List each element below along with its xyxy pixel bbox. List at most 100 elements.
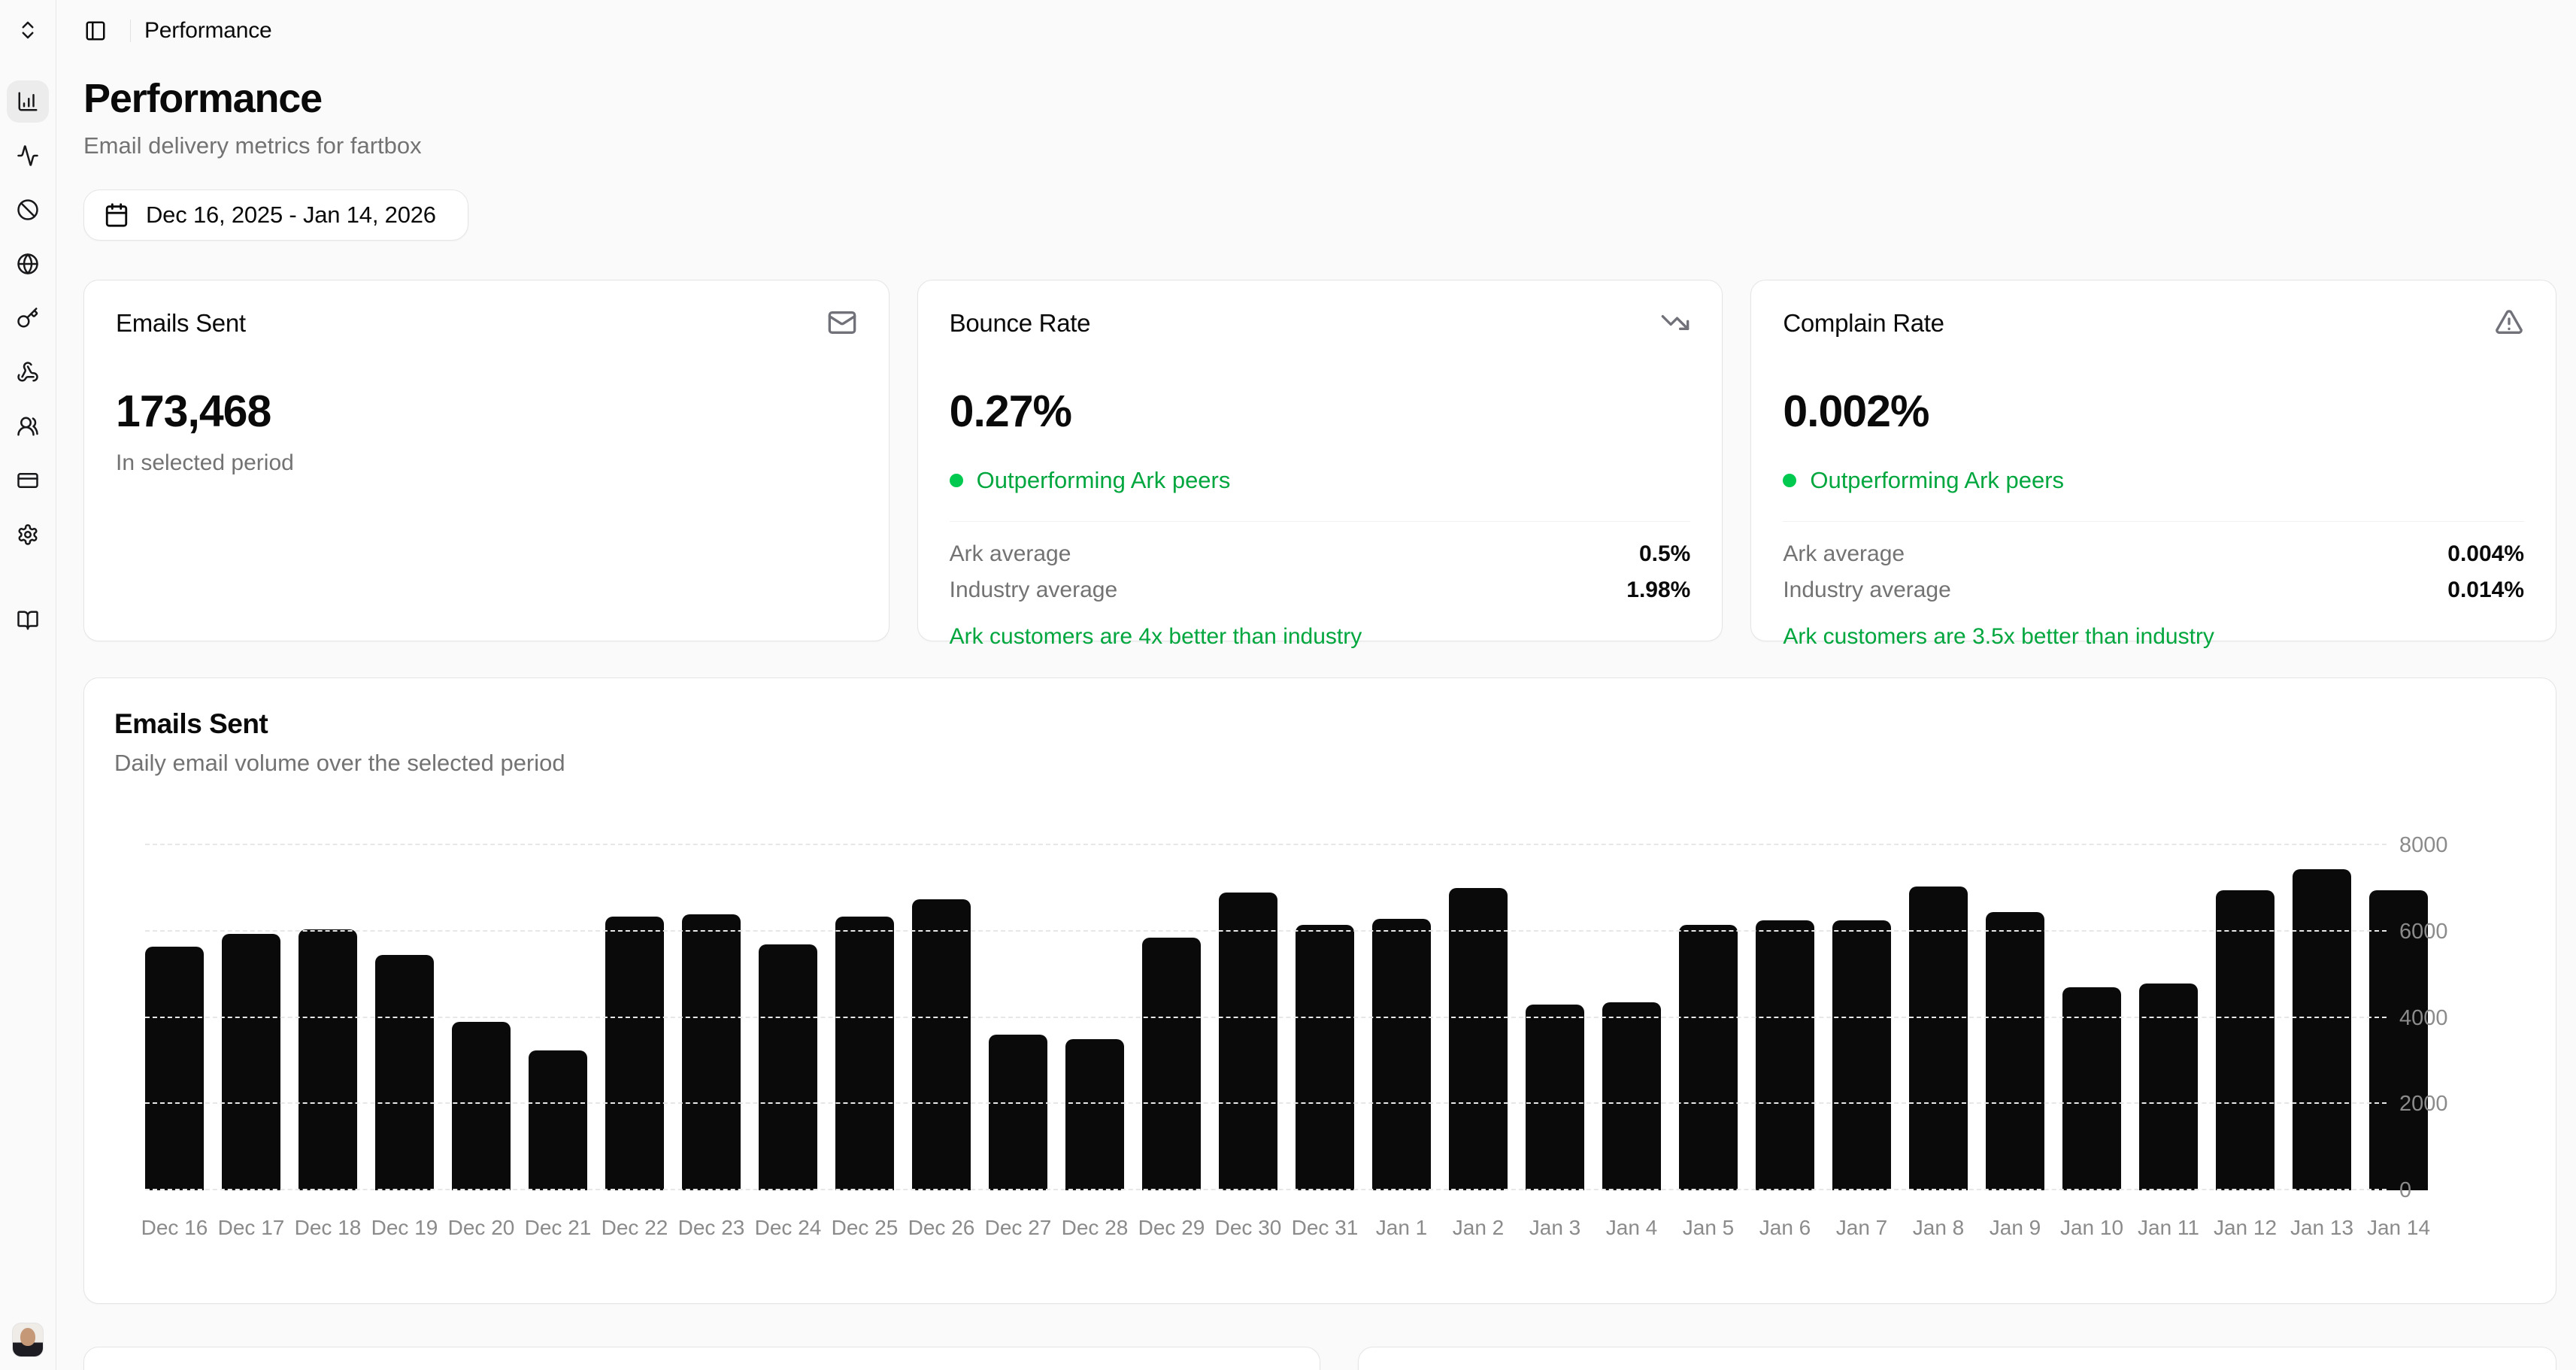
bar-dec-30[interactable]	[1219, 893, 1277, 1190]
complain-rate-card: Complain Rate 0.002% Outperforming Ark p…	[1750, 280, 2557, 649]
bar-dec-23[interactable]	[682, 914, 741, 1190]
x-axis-tick-label: Jan 13	[2290, 1216, 2354, 1239]
bar-jan-13[interactable]	[2293, 868, 2351, 1190]
chart-subtitle: Daily email volume over the selected per…	[114, 750, 565, 776]
x-axis-tick-label: Dec 29	[1138, 1216, 1205, 1239]
date-range-picker[interactable]: Dec 16, 2025 - Jan 14, 2026	[83, 189, 468, 241]
bar-jan-8[interactable]	[1909, 886, 1968, 1190]
bar-dec-27[interactable]	[989, 1035, 1047, 1190]
card-footnote: Ark customers are 3.5x better than indus…	[1783, 624, 2214, 649]
bar-dec-19[interactable]	[375, 955, 434, 1190]
metric-cards-row: Emails Sent 173,468 In selected period B…	[83, 280, 2557, 649]
sidebar-item-api-keys[interactable]	[7, 297, 49, 339]
x-axis-tick-label: Jan 10	[2059, 1216, 2124, 1239]
x-axis-tick-label: Jan 5	[1682, 1216, 1735, 1239]
emails-sent-chart-card: Emails Sent Daily email volume over the …	[83, 677, 2556, 1304]
bar-jan-9[interactable]	[1986, 911, 2044, 1190]
sidebar-toggle-button[interactable]	[74, 10, 117, 52]
bar-jan-12[interactable]	[2216, 890, 2274, 1190]
sidebar-item-docs[interactable]	[7, 599, 49, 641]
topbar: Performance	[83, 0, 2556, 62]
partial-card-left	[83, 1347, 1320, 1370]
credit-card-icon	[17, 469, 39, 492]
y-axis-tick-label: 4000	[2399, 1005, 2448, 1030]
bounce-rate-card: Bounce Rate 0.27% Outperforming Ark peer…	[917, 280, 1723, 649]
x-axis-tick-label: Jan 6	[1759, 1216, 1811, 1239]
y-axis-tick-label: 0	[2399, 1178, 2412, 1202]
metric-value: 173,468	[116, 386, 271, 436]
stat-label: Industry average	[949, 577, 1118, 602]
sidebar-item-domains[interactable]	[7, 243, 49, 285]
alert-triangle-icon	[2494, 309, 2524, 338]
bar-dec-20[interactable]	[452, 1022, 511, 1190]
sidebar-item-performance[interactable]	[7, 80, 49, 123]
bar-jan-4[interactable]	[1602, 1002, 1661, 1190]
x-axis-tick-label: Jan 2	[1452, 1216, 1505, 1239]
key-icon	[17, 307, 39, 329]
bar-jan-5[interactable]	[1679, 925, 1738, 1190]
sidebar-item-team[interactable]	[7, 405, 49, 447]
x-axis-tick-label: Jan 1	[1375, 1216, 1428, 1239]
bar-jan-3[interactable]	[1526, 1005, 1584, 1190]
y-axis-tick-label: 2000	[2399, 1092, 2448, 1117]
card-title: Complain Rate	[1783, 309, 1944, 337]
bar-dec-25[interactable]	[835, 916, 894, 1190]
metric-value: 0.002%	[1783, 386, 1929, 436]
bar-jan-1[interactable]	[1372, 918, 1431, 1190]
x-axis-tick-label: Dec 22	[601, 1216, 668, 1239]
card-title: Emails Sent	[116, 309, 246, 337]
sidebar-item-webhooks[interactable]	[7, 351, 49, 393]
main-content: Performance Performance Email delivery m…	[56, 0, 2576, 1370]
mail-icon	[827, 309, 857, 338]
bar-dec-28[interactable]	[1065, 1039, 1124, 1190]
ban-icon	[17, 199, 39, 221]
x-axis-tick-label: Dec 17	[217, 1216, 285, 1239]
stat-value: 0.004%	[2447, 541, 2525, 566]
gridline	[145, 844, 2387, 845]
date-range-label: Dec 16, 2025 - Jan 14, 2026	[146, 202, 436, 228]
bar-dec-17[interactable]	[222, 933, 280, 1190]
stat-value: 1.98%	[1626, 577, 1691, 602]
sidebar-item-settings[interactable]	[7, 514, 49, 556]
x-axis-tick-label: Dec 30	[1214, 1216, 1282, 1239]
bar-dec-16[interactable]	[145, 946, 204, 1190]
bar-dec-21[interactable]	[529, 1050, 587, 1190]
x-axis-tick-label: Jan 8	[1912, 1216, 1965, 1239]
x-axis-tick-label: Dec 31	[1291, 1216, 1359, 1239]
bar-dec-31[interactable]	[1296, 925, 1354, 1190]
bar-jan-10[interactable]	[2062, 987, 2121, 1190]
x-axis-tick-label: Jan 3	[1529, 1216, 1581, 1239]
x-axis-tick-label: Dec 18	[294, 1216, 362, 1239]
y-axis-tick-label: 8000	[2399, 833, 2448, 857]
x-axis-tick-label: Jan 12	[2213, 1216, 2277, 1239]
bar-dec-24[interactable]	[759, 944, 817, 1190]
sidebar-item-billing[interactable]	[7, 459, 49, 502]
bar-jan-2[interactable]	[1449, 888, 1508, 1190]
bar-dec-26[interactable]	[912, 899, 971, 1190]
user-avatar[interactable]	[12, 1323, 44, 1357]
x-axis-tick-label: Dec 24	[754, 1216, 822, 1239]
bar-jan-7[interactable]	[1832, 920, 1891, 1190]
stat-row: Ark average 0.5%	[950, 541, 1691, 567]
bar-dec-18[interactable]	[299, 929, 357, 1190]
x-axis-tick-label: Dec 23	[677, 1216, 745, 1239]
bar-jan-11[interactable]	[2139, 983, 2198, 1190]
x-axis-tick-label: Jan 11	[2138, 1216, 2199, 1239]
emails-sent-card: Emails Sent 173,468 In selected period	[83, 280, 889, 641]
card-divider	[949, 521, 1691, 522]
stat-row: Ark average 0.004%	[1783, 541, 2524, 567]
green-status-dot	[949, 474, 963, 487]
status-row: Outperforming Ark peers	[1783, 467, 2524, 494]
book-open-icon	[17, 609, 39, 632]
panel-left-icon	[84, 20, 107, 42]
workspace-switcher-button[interactable]	[7, 9, 49, 51]
y-axis-tick-label: 6000	[2399, 919, 2448, 944]
sidebar-item-activity[interactable]	[7, 135, 49, 177]
bar-dec-22[interactable]	[605, 916, 664, 1190]
x-axis-tick-label: Dec 27	[984, 1216, 1052, 1239]
bar-dec-29[interactable]	[1142, 938, 1201, 1190]
bar-jan-6[interactable]	[1756, 920, 1814, 1190]
sidebar-item-suppressions[interactable]	[7, 189, 49, 231]
gridline	[145, 1016, 2387, 1018]
green-status-dot	[1783, 474, 1797, 487]
